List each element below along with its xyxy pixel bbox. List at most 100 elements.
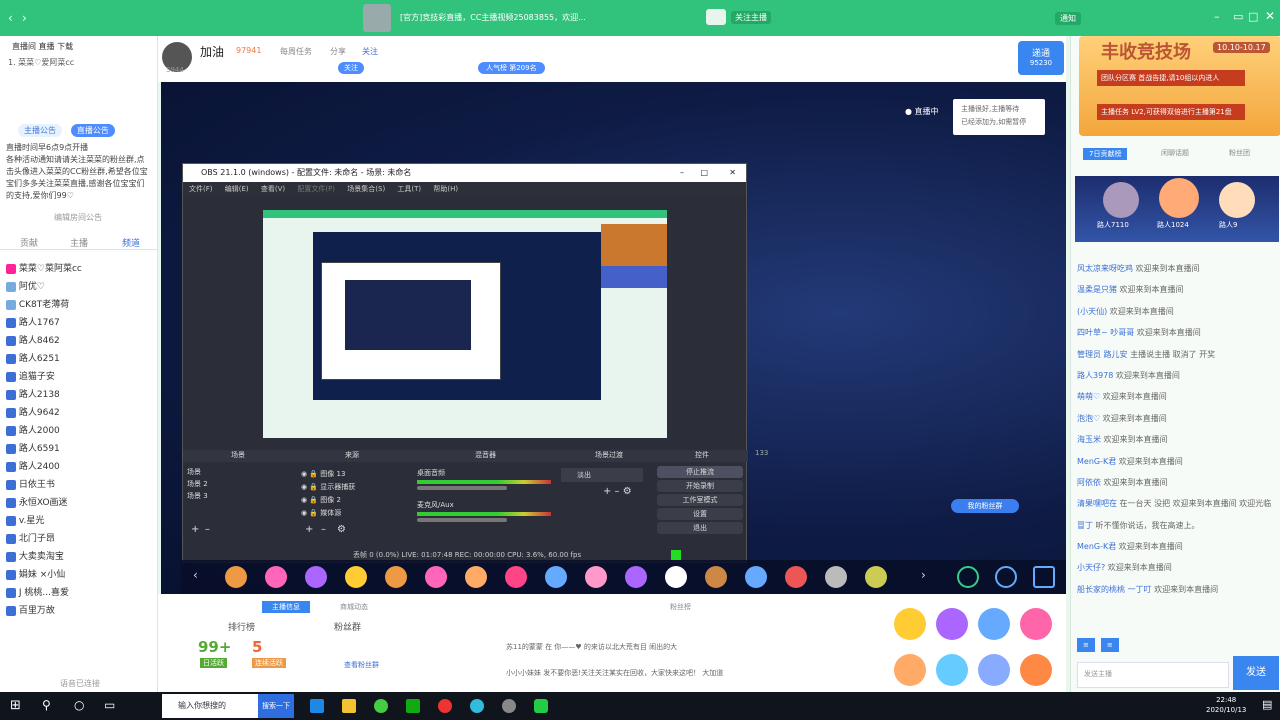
tab-mall[interactable]: 商城动态: [340, 602, 368, 612]
menu-file[interactable]: 文件(F): [189, 185, 213, 193]
menu-edit[interactable]: 编辑(E): [225, 185, 249, 193]
stop-stream-button[interactable]: 停止推流: [657, 466, 743, 478]
gift-icon[interactable]: [545, 566, 567, 588]
list-item[interactable]: 北门子昂: [6, 530, 154, 548]
list-item[interactable]: 路人6591: [6, 440, 154, 458]
minimize-icon[interactable]: –: [1214, 10, 1220, 23]
fan-group-button[interactable]: 我的粉丝群: [951, 499, 1019, 513]
mic-audio-slider[interactable]: [417, 518, 507, 522]
tab-live-notice[interactable]: 直播公告: [70, 124, 115, 137]
folder-icon[interactable]: [342, 699, 356, 713]
sheet-icon[interactable]: [406, 699, 420, 713]
notification-icon[interactable]: ▤: [1262, 698, 1272, 711]
scene-item[interactable]: 场景 2: [187, 478, 295, 490]
source-add-icon[interactable]: +: [305, 524, 313, 535]
obs-close-icon[interactable]: ✕: [729, 164, 736, 182]
browser-icon[interactable]: [374, 699, 388, 713]
obs-minimize-icon[interactable]: –: [680, 164, 684, 182]
scene-item[interactable]: 场景 3: [187, 490, 295, 502]
windows-icon[interactable]: ⊞: [10, 698, 21, 713]
tab-channel[interactable]: 频道: [122, 236, 140, 249]
close-icon[interactable]: ✕: [1265, 9, 1275, 23]
notice-button[interactable]: 通知: [1055, 12, 1081, 25]
obs-preview[interactable]: [263, 210, 667, 438]
gift-icon[interactable]: [505, 566, 527, 588]
taskbar-search-button[interactable]: 搜索一下: [258, 694, 294, 718]
gift-icon[interactable]: [305, 566, 327, 588]
tab-contribution[interactable]: 贡献: [20, 236, 38, 249]
orig-button[interactable]: 递通 95230: [1018, 41, 1064, 75]
activity-icon[interactable]: [1020, 608, 1052, 640]
list-item[interactable]: 大卖卖淘宝: [6, 548, 154, 566]
back-icon[interactable]: ‹: [8, 11, 13, 25]
list-item[interactable]: 路人8462: [6, 332, 154, 350]
gift-icon[interactable]: [585, 566, 607, 588]
list-item[interactable]: v.星光: [6, 512, 154, 530]
menu-help[interactable]: 帮助(H): [433, 185, 458, 193]
edge-icon[interactable]: [310, 699, 324, 713]
forward-icon[interactable]: ›: [22, 11, 27, 25]
tab-host[interactable]: 主播: [70, 236, 88, 249]
source-item[interactable]: ◉ 🔒 显示器捕获: [301, 481, 405, 494]
scene-remove-icon[interactable]: –: [205, 524, 210, 535]
list-item[interactable]: 路人1767: [6, 314, 154, 332]
list-item[interactable]: CK8T老薄荷: [6, 296, 154, 314]
follow-button[interactable]: 关注: [338, 62, 364, 74]
transition-select[interactable]: 淡出: [561, 468, 643, 482]
gift-next-icon[interactable]: ›: [921, 568, 926, 582]
exit-button[interactable]: 退出: [657, 522, 743, 534]
gift-icon[interactable]: [745, 566, 767, 588]
list-item[interactable]: 路人2000: [6, 422, 154, 440]
chat-tool-button[interactable]: ≡: [1100, 638, 1119, 652]
tv-icon[interactable]: [706, 9, 726, 25]
follow-button[interactable]: 关注主播: [731, 11, 771, 24]
video-player[interactable]: ● 直播中 主播很好,主播等待 已经添加为,如需暂停 133 我的粉丝群 OBS …: [161, 82, 1066, 594]
follow-link[interactable]: 关注: [362, 46, 378, 57]
tab-fans[interactable]: 粉丝榜: [670, 602, 691, 612]
gift-prev-icon[interactable]: ‹: [193, 568, 198, 582]
source-item[interactable]: ◉ 🔒 图像 2: [301, 494, 405, 507]
weekly-task-link[interactable]: 每周任务: [280, 46, 312, 57]
refresh-icon[interactable]: [995, 566, 1017, 588]
gift-icon[interactable]: [345, 566, 367, 588]
source-remove-icon[interactable]: –: [321, 524, 326, 535]
maximize-icon[interactable]: □: [1248, 10, 1258, 23]
chat-tool-button[interactable]: ≡: [1077, 638, 1095, 652]
obs-icon[interactable]: [502, 699, 516, 713]
gift-icon[interactable]: [865, 566, 887, 588]
avatar[interactable]: [1159, 178, 1199, 218]
gift-icon[interactable]: [425, 566, 447, 588]
search-icon[interactable]: ⚲: [42, 698, 51, 712]
tab-fan-club[interactable]: 粉丝团: [1229, 148, 1250, 158]
gift-icon[interactable]: [625, 566, 647, 588]
event-banner[interactable]: 丰收竞技场 10.10-10.17 团队分区赛 首战告捷,请10组以内进人 主播…: [1079, 36, 1280, 136]
activity-icon[interactable]: [894, 608, 926, 640]
start-record-button[interactable]: 开始录制: [657, 480, 743, 492]
restore-icon[interactable]: ▭: [1233, 10, 1243, 23]
list-item[interactable]: 阿优♡: [6, 278, 154, 296]
gift-icon[interactable]: [265, 566, 287, 588]
send-button[interactable]: 发送: [1233, 656, 1279, 690]
gift-icon[interactable]: [785, 566, 807, 588]
cortana-icon[interactable]: ○: [74, 698, 84, 712]
source-item[interactable]: ◉ 🔒 图像 13: [301, 468, 405, 481]
edit-notice-link[interactable]: 编辑房间公告: [54, 212, 102, 223]
source-settings-icon[interactable]: ⚙: [337, 524, 346, 535]
gift-icon[interactable]: [665, 566, 687, 588]
list-item[interactable]: 路人9642: [6, 404, 154, 422]
wechat-icon[interactable]: [534, 699, 548, 713]
streamer-thumb[interactable]: [363, 4, 391, 32]
rank-badge[interactable]: 人气榜 第209名: [478, 62, 545, 74]
activity-icon[interactable]: [1020, 654, 1052, 686]
list-item[interactable]: 百里万故: [6, 602, 154, 620]
menu-profile[interactable]: 配置文件(P): [297, 185, 335, 193]
menu-scene-collection[interactable]: 场景集合(S): [347, 185, 385, 193]
list-item[interactable]: 路人2138: [6, 386, 154, 404]
list-item[interactable]: 路人2400: [6, 458, 154, 476]
menu-tools[interactable]: 工具(T): [397, 185, 421, 193]
list-item[interactable]: 追猫子安: [6, 368, 154, 386]
app-icon[interactable]: [470, 699, 484, 713]
avatar[interactable]: [1103, 182, 1139, 218]
activity-icon[interactable]: [936, 654, 968, 686]
source-item[interactable]: ◉ 🔒 媒体源: [301, 507, 405, 520]
